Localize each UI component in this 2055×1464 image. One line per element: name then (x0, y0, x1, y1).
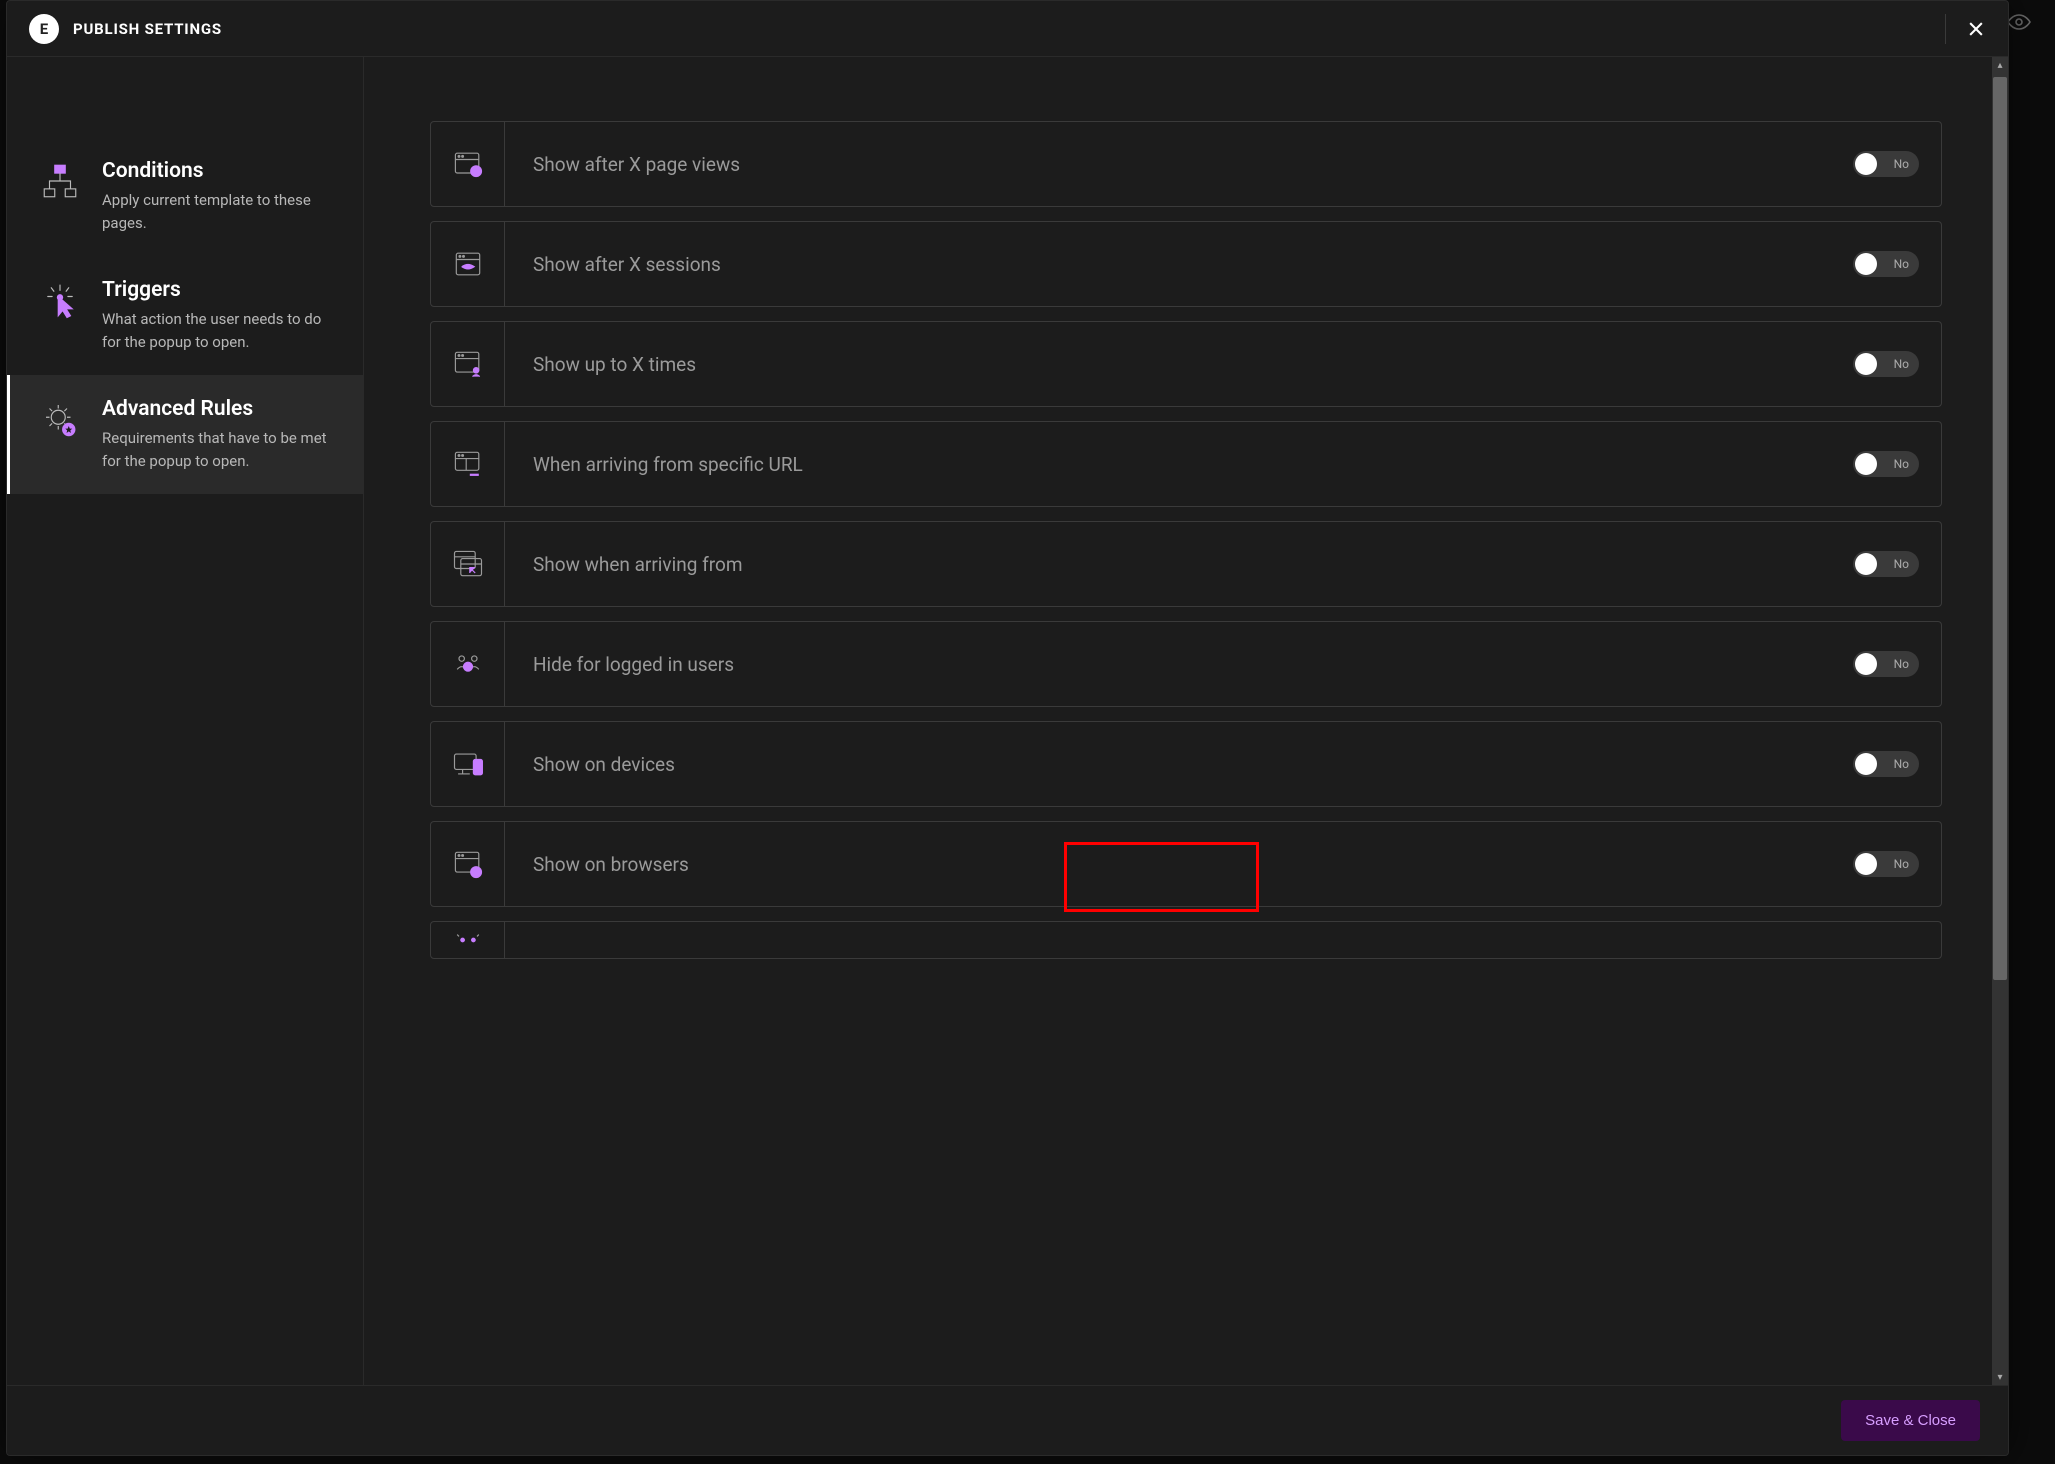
sidebar-item-advanced-rules[interactable]: Advanced Rules Requirements that have to… (7, 375, 363, 494)
header-left: E PUBLISH SETTINGS (29, 14, 222, 44)
devices-icon (431, 722, 505, 806)
browser-check-icon (431, 822, 505, 906)
toggle-knob (1855, 153, 1877, 175)
sidebar-item-desc: Requirements that have to be met for the… (102, 427, 339, 472)
rule-row-browsers[interactable]: Show on browsers No (430, 821, 1942, 907)
toggle-label: No (1894, 757, 1909, 771)
rule-label: Show after X sessions (505, 222, 1853, 306)
rule-label: Show on devices (505, 722, 1853, 806)
close-button[interactable] (1964, 17, 1988, 41)
browser-count-icon: 3 (431, 122, 505, 206)
rule-label: Show on browsers (505, 822, 1853, 906)
header-divider (1945, 14, 1946, 44)
rule-row-page-views[interactable]: 3 Show after X page views No (430, 121, 1942, 207)
rule-row-partial[interactable] (430, 921, 1942, 959)
publish-settings-modal: E PUBLISH SETTINGS (6, 0, 2009, 1456)
rule-row-logged-in[interactable]: Hide for logged in users No (430, 621, 1942, 707)
sitemap-icon (38, 159, 82, 203)
modal-header: E PUBLISH SETTINGS (7, 1, 2008, 57)
rule-row-up-to-times[interactable]: Show up to X times No (430, 321, 1942, 407)
click-icon (38, 278, 82, 322)
toggle-knob (1855, 853, 1877, 875)
sidebar: Conditions Apply current template to the… (7, 57, 364, 1385)
sidebar-item-triggers[interactable]: Triggers What action the user needs to d… (7, 256, 363, 375)
toggle-knob (1855, 353, 1877, 375)
toggle-label: No (1894, 557, 1909, 571)
sidebar-item-title: Triggers (102, 278, 339, 302)
sidebar-item-desc: What action the user needs to do for the… (102, 308, 339, 353)
browser-arrow-icon (431, 522, 505, 606)
main-panel: 3 Show after X page views No Show afte (364, 57, 2008, 1385)
sidebar-item-title: Advanced Rules (102, 397, 339, 421)
vertical-scrollbar[interactable]: ▴ ▾ (1992, 57, 2008, 1385)
browser-link-icon (431, 422, 505, 506)
toggle-label: No (1894, 857, 1909, 871)
preview-eye-icon (2007, 10, 2031, 34)
toggle-label: No (1894, 157, 1909, 171)
browser-user-icon (431, 322, 505, 406)
rule-row-arriving-from[interactable]: Show when arriving from No (430, 521, 1942, 607)
rule-row-specific-url[interactable]: When arriving from specific URL No (430, 421, 1942, 507)
sidebar-item-desc: Apply current template to these pages. (102, 189, 339, 234)
toggle-logged-in[interactable]: No (1853, 651, 1919, 677)
rule-row-devices[interactable]: Show on devices No (430, 721, 1942, 807)
partial-icon (431, 922, 505, 958)
toggle-knob (1855, 753, 1877, 775)
sidebar-item-conditions[interactable]: Conditions Apply current template to the… (7, 137, 363, 256)
modal-title: PUBLISH SETTINGS (73, 20, 222, 38)
svg-text:3: 3 (474, 168, 478, 176)
sidebar-item-title: Conditions (102, 159, 339, 183)
toggle-label: No (1894, 657, 1909, 671)
rule-label: When arriving from specific URL (505, 422, 1853, 506)
scroll-up-arrow-icon[interactable]: ▴ (1992, 57, 2008, 73)
toggle-knob (1855, 553, 1877, 575)
header-right (1945, 14, 1988, 44)
users-x-icon (431, 622, 505, 706)
modal-body: Conditions Apply current template to the… (7, 57, 2008, 1385)
toggle-knob (1855, 653, 1877, 675)
toggle-browsers[interactable]: No (1853, 851, 1919, 877)
elementor-logo-icon: E (29, 14, 59, 44)
toggle-label: No (1894, 457, 1909, 471)
toggle-page-views[interactable]: No (1853, 151, 1919, 177)
scroll-down-arrow-icon[interactable]: ▾ (1992, 1369, 2008, 1385)
sidebar-texts: Advanced Rules Requirements that have to… (102, 397, 339, 472)
rule-label: Show when arriving from (505, 522, 1853, 606)
rule-label: Show after X page views (505, 122, 1853, 206)
gear-star-icon (38, 397, 82, 441)
toggle-arriving-from[interactable]: No (1853, 551, 1919, 577)
modal-footer: Save & Close (7, 1385, 2008, 1455)
toggle-devices[interactable]: No (1853, 751, 1919, 777)
rule-label (505, 922, 1941, 958)
browser-eye-icon (431, 222, 505, 306)
toggle-up-to-times[interactable]: No (1853, 351, 1919, 377)
logo-letter: E (40, 20, 48, 38)
rule-row-sessions[interactable]: Show after X sessions No (430, 221, 1942, 307)
toggle-label: No (1894, 257, 1909, 271)
sidebar-texts: Conditions Apply current template to the… (102, 159, 339, 234)
toggle-specific-url[interactable]: No (1853, 451, 1919, 477)
rule-label: Hide for logged in users (505, 622, 1853, 706)
rules-scroll[interactable]: 3 Show after X page views No Show afte (364, 57, 2008, 1385)
scrollbar-thumb[interactable] (1993, 77, 2007, 980)
save-close-button[interactable]: Save & Close (1841, 1400, 1980, 1441)
toggle-label: No (1894, 357, 1909, 371)
toggle-sessions[interactable]: No (1853, 251, 1919, 277)
toggle-knob (1855, 253, 1877, 275)
toggle-knob (1855, 453, 1877, 475)
close-icon (1966, 19, 1986, 39)
rule-label: Show up to X times (505, 322, 1853, 406)
sidebar-texts: Triggers What action the user needs to d… (102, 278, 339, 353)
